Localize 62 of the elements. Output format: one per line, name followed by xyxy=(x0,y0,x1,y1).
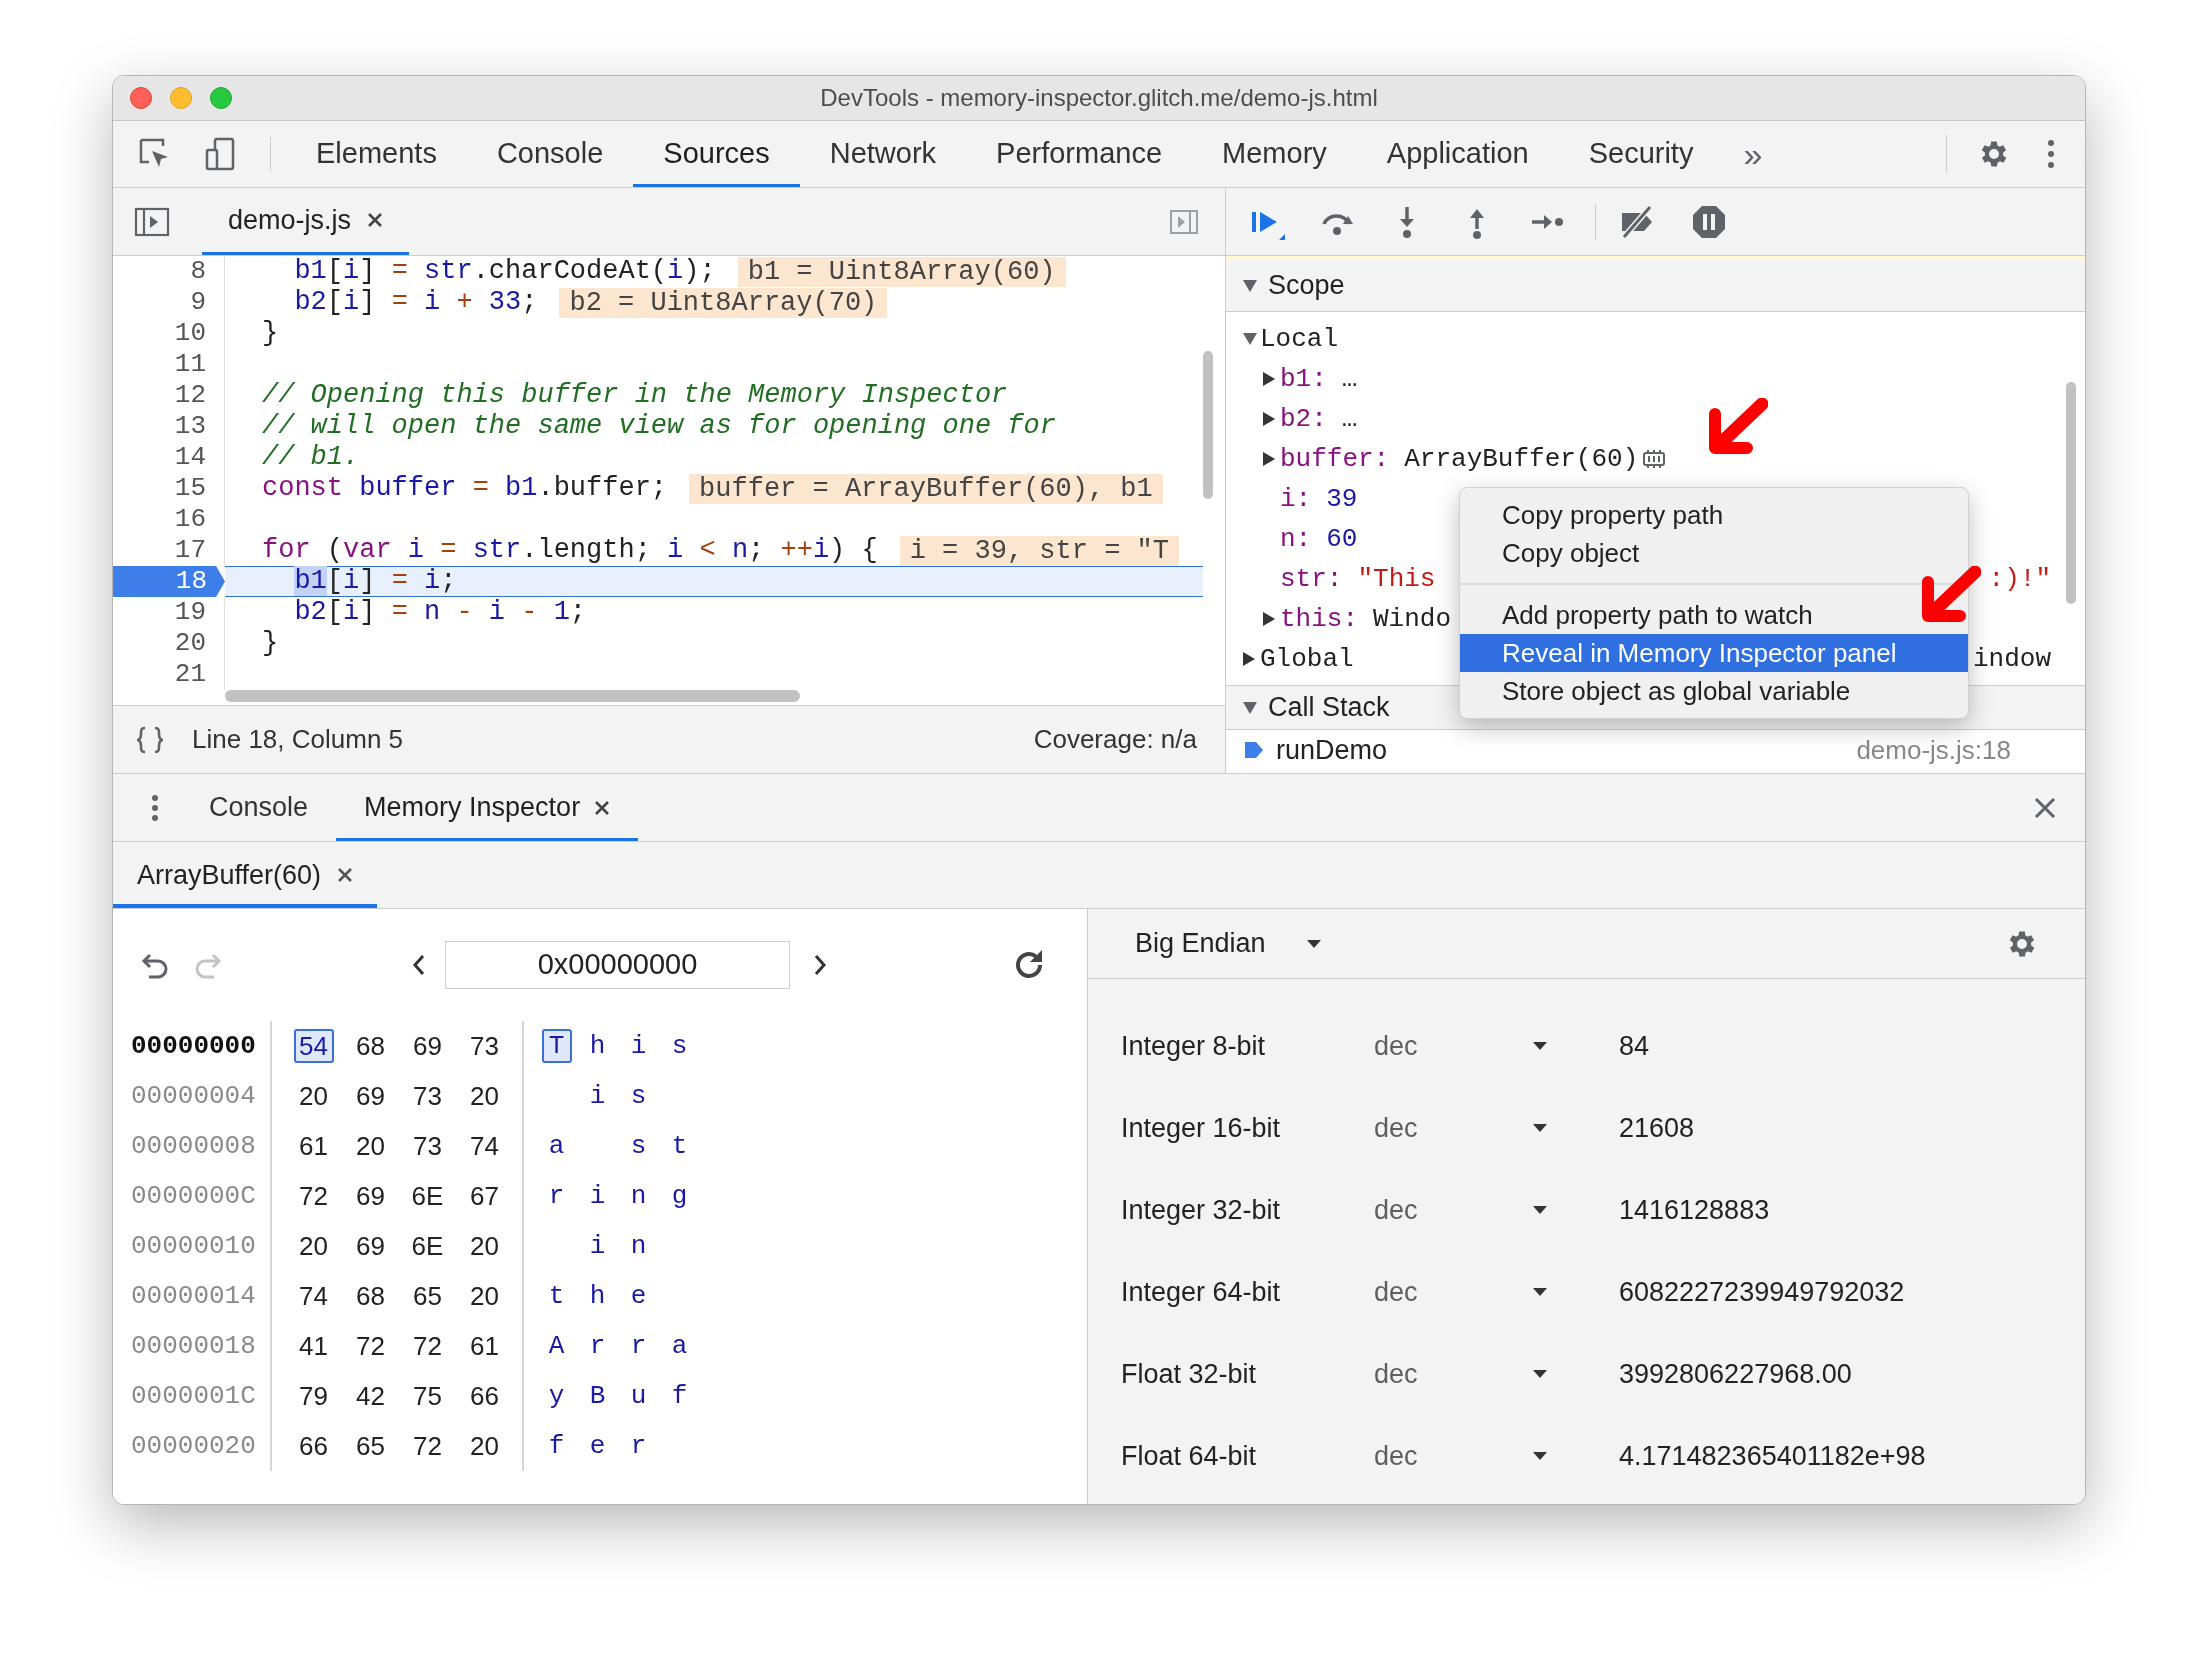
line-number: 9 xyxy=(190,286,206,319)
line-number: 16 xyxy=(174,503,206,536)
value-type-label: Integer 8-bit xyxy=(1120,1030,1267,1063)
value-type-label: Float 32-bit xyxy=(1120,1358,1258,1391)
code-line: } xyxy=(262,630,279,657)
coverage-status: Coverage: n/a xyxy=(1033,723,1197,756)
line-number: 14 xyxy=(174,441,206,474)
memory-address: 00000020 xyxy=(131,1429,256,1463)
memory-address: 00000014 xyxy=(131,1279,256,1313)
line-number: 15 xyxy=(174,472,206,505)
value-text: 84 xyxy=(1619,1030,1650,1063)
value-text: 4.171482365401182e+98 xyxy=(1619,1440,1926,1473)
inline-value: b2 = Uint8Array(70) xyxy=(559,287,888,318)
cursor-position: Line 18, Column 5 xyxy=(192,723,404,756)
property-value: … xyxy=(1341,402,1358,436)
line-number: 12 xyxy=(174,379,206,412)
value-text: 21608 xyxy=(1619,1112,1695,1145)
value-type-label: Float 64-bit xyxy=(1120,1440,1258,1473)
code-line: b2[i] = n - i - 1; xyxy=(293,599,587,626)
line-number: 10 xyxy=(174,317,206,350)
memory-address: 00000000 xyxy=(131,1029,256,1063)
property-value: "This xyxy=(1357,562,1436,596)
value-text: 3992806227968.00 xyxy=(1619,1358,1852,1391)
inline-value: b1 = Uint8Array(60) xyxy=(737,256,1066,287)
property-value: 60 xyxy=(1326,522,1358,556)
memory-address: 0000000C xyxy=(131,1179,256,1213)
code-line: } xyxy=(262,320,279,347)
property-value: Windo xyxy=(1373,602,1452,636)
line-number: 18 xyxy=(175,565,207,598)
memory-address: 00000010 xyxy=(131,1229,256,1263)
code-line: b1[i] = i; xyxy=(293,568,457,595)
inline-value: i = 39, str = "T xyxy=(899,535,1179,566)
window-title: DevTools - memory-inspector.glitch.me/demo-js.html xyxy=(820,83,1378,113)
memory-address: 00000018 xyxy=(131,1329,256,1363)
line-number: 21 xyxy=(174,658,206,691)
value-type-label: Integer 32-bit xyxy=(1120,1194,1282,1227)
line-number: 20 xyxy=(174,627,206,660)
code-line: const buffer = b1.buffer; xyxy=(262,475,668,502)
scope-value: :)!" xyxy=(1988,562,2051,596)
code-line: for (var i = str.length; i < n; ++i) { xyxy=(262,537,878,564)
scope-value: indow xyxy=(1973,642,2051,676)
code-line: // Opening this buffer in the Memory Inspector xyxy=(262,382,1008,409)
value-type-label: Integer 16-bit xyxy=(1120,1112,1282,1145)
property-value: … xyxy=(1341,362,1358,396)
line-number: 19 xyxy=(174,596,206,629)
value-text: 1416128883 xyxy=(1619,1194,1770,1227)
line-number: 8 xyxy=(190,255,206,288)
code-line: // b1. xyxy=(262,444,360,471)
memory-address: 00000008 xyxy=(131,1129,256,1163)
memory-address: 00000004 xyxy=(131,1079,256,1113)
value-type-label: Integer 64-bit xyxy=(1120,1276,1282,1309)
line-number: 17 xyxy=(174,534,206,567)
code-line: // will open the same view as for opening one for xyxy=(262,413,1056,440)
memory-address: 0000001C xyxy=(131,1379,256,1413)
value-text: 6082227239949792032 xyxy=(1619,1276,1905,1309)
inline-value: buffer = ArrayBuffer(60), b1 xyxy=(689,473,1163,504)
code-line: b2[i] = i + 33; xyxy=(293,289,538,316)
line-number: 13 xyxy=(174,410,206,443)
property-value: ArrayBuffer(60) xyxy=(1404,442,1639,476)
line-number: 11 xyxy=(174,348,206,381)
property-value: 39 xyxy=(1326,482,1358,516)
code-line: b1[i] = str.charCodeAt(i); xyxy=(293,258,716,285)
